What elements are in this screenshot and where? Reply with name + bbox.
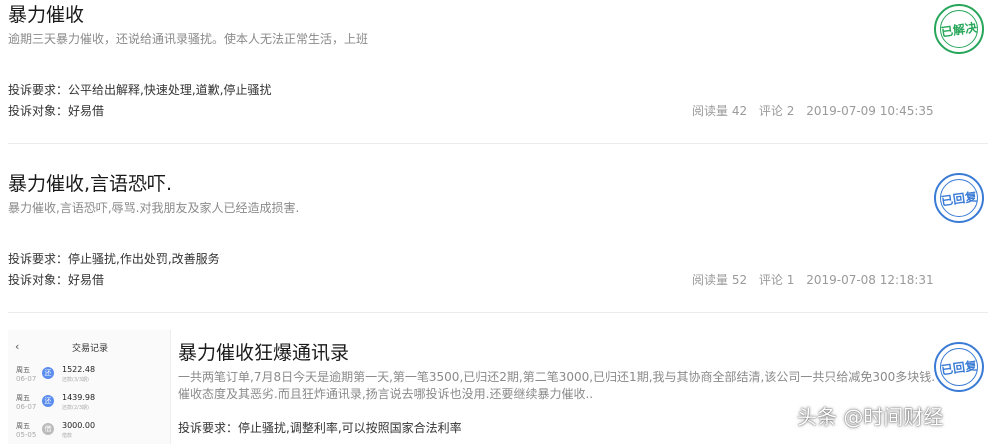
complaint-description: 暴力催收,言语恐吓,辱骂.对我朋友及家人已经造成损害. — [8, 201, 300, 215]
complaint-description-line1: 一共两笔订单,7月8日今天是逾期第一天,第一笔3500,已归还2期,第二笔300… — [178, 370, 936, 384]
thumbnail-row: 周五 06-07 还 1522.48 还款(3/3期) — [16, 365, 96, 383]
complaint-title[interactable]: 暴力催收狂爆通讯录 — [178, 338, 349, 365]
repay-badge-icon: 还 — [42, 367, 54, 379]
status-stamp-replied: 已回复 — [934, 173, 984, 223]
read-count: 阅读量 42 — [692, 104, 748, 118]
complaint-description-line2: 催收态度及其恶劣.而且狂炸通讯录,扬言说去哪投诉也没用.还要继续暴力催收.. — [178, 387, 594, 401]
divider — [8, 143, 988, 144]
complaint-requirement: 投诉要求：停止骚扰,调整利率,可以按照国家合法利率 — [178, 421, 462, 435]
thumbnail-row: 周五 05-05 借 3000.00 借款 — [16, 421, 96, 439]
borrow-badge-icon: 借 — [42, 423, 54, 435]
comment-count: 评论 2 — [758, 104, 795, 118]
transaction-record-thumbnail[interactable]: ‹ 交易记录 周五 06-07 还 1522.48 还款(3/3期) 周五 06-0… — [8, 330, 171, 444]
post-time: 2019-07-08 12:18:31 — [806, 273, 934, 287]
thumbnail-title: 交易记录 — [72, 344, 109, 354]
complaint-target: 投诉对象：好易借 — [8, 273, 105, 287]
thumbnail-row: 周五 06-07 还 1439.98 还款(2/3期) — [16, 393, 96, 411]
complaint-requirement: 投诉要求：公平给出解释,快速处理,道歉,停止骚扰 — [8, 83, 272, 97]
repay-badge-icon: 还 — [42, 395, 54, 407]
complaint-title[interactable]: 暴力催收 — [8, 0, 84, 27]
post-time: 2019-07-09 10:45:35 — [806, 104, 934, 118]
complaint-title[interactable]: 暴力催收,言语恐吓. — [8, 169, 172, 196]
complaint-description: 逾期三天暴力催收，还说给通讯录骚扰。使本人无法正常生活，上班 — [8, 32, 369, 46]
divider — [8, 312, 988, 313]
read-count: 阅读量 52 — [692, 273, 748, 287]
status-stamp-resolved: 已解决 — [934, 4, 984, 54]
complaint-meta: 阅读量 42 评论 2 2019-07-09 10:45:35 — [692, 102, 942, 119]
watermark: 头条 @时间财经 — [797, 405, 944, 429]
comment-count: 评论 1 — [758, 273, 795, 287]
complaint-requirement: 投诉要求：停止骚扰,作出处罚,改善服务 — [8, 252, 220, 266]
status-stamp-replied: 已回复 — [934, 342, 984, 392]
complaint-target: 投诉对象：好易借 — [8, 104, 105, 118]
chevron-left-icon: ‹ — [15, 340, 20, 353]
complaint-meta: 阅读量 52 评论 1 2019-07-08 12:18:31 — [692, 271, 942, 288]
